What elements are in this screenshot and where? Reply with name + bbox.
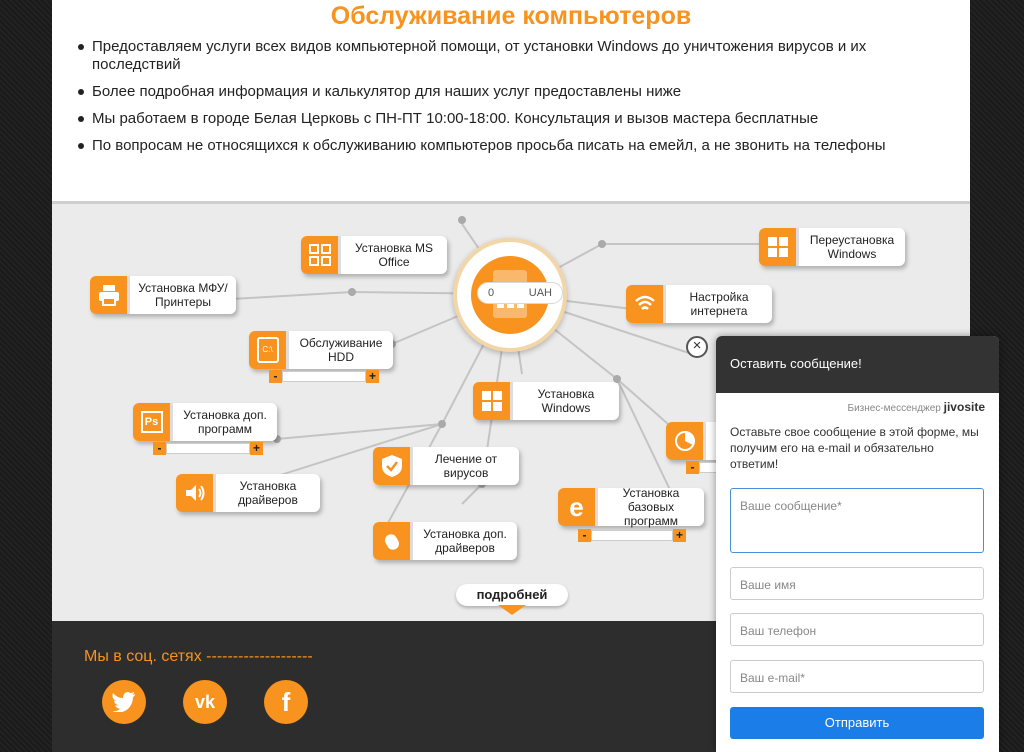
service-label: Установка Windows [537,387,595,415]
twitter-link[interactable] [102,680,146,724]
info-item: По вопросам не относящихся к обслуживани… [78,137,922,155]
info-item: Мы работаем в городе Белая Церковь с ПН-… [78,110,922,128]
facebook-icon: f [281,686,291,717]
service-label: Установка МФУ/Принтеры [138,281,228,309]
hdd-quantity-stepper[interactable]: - + [269,370,379,383]
increment-button[interactable]: + [673,529,686,542]
calculator-currency: UAH [528,287,552,299]
ms-office-icon [301,236,341,274]
name-field[interactable]: Ваше имя [730,567,984,600]
service-printers[interactable]: Установка МФУ/Принтеры [90,276,236,314]
service-label: Переустановка Windows [809,233,895,261]
arrow-down-icon [498,605,526,615]
speaker-icon [176,474,216,512]
more-button[interactable]: подробней [456,584,568,606]
close-chat-button[interactable]: × [686,336,708,358]
service-windows[interactable]: Установка Windows [473,382,619,420]
hdd-icon: C:\ [249,331,289,369]
service-ms-office[interactable]: Установка MS Office [301,236,447,274]
service-basic-programs[interactable]: e Установка базовых программ [558,486,704,528]
decrement-button[interactable]: - [153,442,166,455]
decrement-button[interactable]: - [578,529,591,542]
service-label: Установка драйверов [238,479,298,507]
windows-icon [759,228,799,266]
brand-prefix: Бизнес-мессенджер [847,403,941,414]
message-field[interactable]: Ваше сообщение* [730,488,984,553]
vk-icon: vk [194,691,216,712]
wifi-icon [626,285,666,323]
page-title: Обслуживание компьютеров [330,2,692,30]
email-field[interactable]: Ваш e-mail* [730,660,984,693]
phone-field[interactable]: Ваш телефон [730,613,984,646]
calculator-total: 0 UAH [477,282,563,304]
clock-icon [666,422,706,460]
calculator-value: 0 [488,287,495,299]
info-list: Предоставляем услуги всех видов компьюте… [78,38,922,164]
service-extra-drivers[interactable]: Установка доп. драйверов [373,522,517,560]
increment-button[interactable]: + [250,442,263,455]
info-item: Более подробная информация и калькулятор… [78,83,922,101]
windows-icon [473,382,513,420]
increment-button[interactable]: + [366,370,379,383]
chat-brand: Бизнес-мессенджер jivosite [848,400,985,414]
internet-explorer-icon: e [558,488,598,526]
info-item: Предоставляем услуги всех видов компьюте… [78,38,922,74]
chat-header: Оставить сообщение! [716,336,999,393]
chat-widget: Оставить сообщение! Бизнес-мессенджер ji… [716,336,999,752]
service-label: Обслуживание HDD [299,336,383,364]
basic-programs-quantity-stepper[interactable]: - + [578,529,686,542]
quantity-bar [166,443,250,454]
printer-icon [90,276,130,314]
social-title: Мы в соц. сетях -------------------- [84,648,313,665]
service-extra-programs[interactable]: Ps Установка доп. программ [133,403,277,441]
shield-icon [373,447,413,485]
hdd-icon-glyph: C:\ [256,337,279,363]
facebook-link[interactable]: f [264,680,308,724]
service-reinstall-windows[interactable]: Переустановка Windows [759,228,905,266]
service-label: Настройка интернета [689,290,749,318]
service-hdd[interactable]: C:\ Обслуживание HDD [249,331,393,369]
photoshop-icon: Ps [133,403,173,441]
service-internet[interactable]: Настройка интернета [626,285,772,323]
vk-link[interactable]: vk [183,680,227,724]
decrement-button[interactable]: - [686,461,699,474]
service-label: Установка доп. программ [183,408,267,436]
extra-programs-quantity-stepper[interactable]: - + [153,442,263,455]
intro-section: Обслуживание компьютеров Предоставляем у… [52,0,970,201]
chat-intro: Оставьте свое сообщение в этой форме, мы… [730,425,979,471]
service-label: Установка MS Office [354,241,434,269]
mouse-icon [373,522,413,560]
service-antivirus[interactable]: Лечение от вирусов [373,447,519,485]
service-label: Установка базовых программ [622,486,680,528]
jivosite-logo: jivosite [943,400,985,414]
quantity-bar [282,371,366,382]
decrement-button[interactable]: - [269,370,282,383]
service-label: Лечение от вирусов [434,452,498,480]
send-button[interactable]: Отправить [730,707,984,739]
quantity-bar [591,530,673,541]
price-calculator: 0 UAH [453,238,567,352]
service-label: Установка доп. драйверов [423,527,507,555]
twitter-icon [112,692,135,712]
service-drivers[interactable]: Установка драйверов [176,474,320,512]
